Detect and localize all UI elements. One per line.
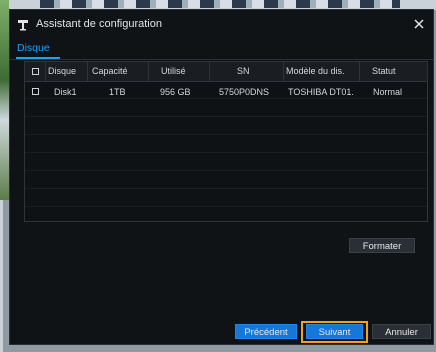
header-sn: SN	[237, 66, 250, 76]
header-disk: Disque	[48, 66, 77, 76]
row-checkbox[interactable]	[32, 88, 39, 95]
format-button[interactable]: Formater	[349, 238, 415, 253]
previous-button[interactable]: Précédent	[235, 324, 297, 339]
cell-status: Normal	[373, 87, 403, 97]
cell-sn: 5750P0DNS	[219, 87, 270, 97]
next-button[interactable]: Suivant	[306, 324, 363, 339]
cancel-button[interactable]: Annuler	[372, 324, 431, 339]
column-separator	[359, 62, 360, 81]
column-separator	[87, 62, 88, 81]
table-header: Disque Capacité Utilisé SN Modèle du dis…	[25, 62, 427, 82]
column-separator	[283, 62, 284, 81]
disk-table: Disque Capacité Utilisé SN Modèle du dis…	[24, 61, 428, 222]
header-model: Modèle du dis.	[286, 66, 345, 76]
tab-divider	[10, 59, 433, 60]
dialog-title: Assistant de configuration	[36, 18, 162, 30]
background-rooftops	[40, 0, 400, 8]
tab-disque[interactable]: Disque	[17, 42, 50, 54]
background-foliage	[0, 0, 9, 200]
close-icon[interactable]	[413, 18, 425, 30]
configuration-wizard-dialog: Assistant de configuration Disque Disque…	[9, 9, 434, 345]
wizard-icon	[18, 20, 28, 31]
cell-used: 956 GB	[160, 87, 191, 97]
cell-model: TOSHIBA DT01.	[288, 87, 354, 97]
table-row[interactable]: Disk1 1TB 956 GB 5750P0DNS TOSHIBA DT01.…	[25, 83, 427, 101]
header-capacity: Capacité	[92, 66, 128, 76]
column-separator	[209, 62, 210, 81]
cell-disk: Disk1	[54, 87, 77, 97]
table-empty-rows	[25, 81, 427, 221]
header-used: Utilisé	[161, 66, 186, 76]
select-all-checkbox[interactable]	[32, 68, 39, 75]
dialog-titlebar: Assistant de configuration	[10, 10, 433, 40]
header-status: Statut	[372, 66, 396, 76]
column-separator	[45, 62, 46, 81]
column-separator	[148, 62, 149, 81]
cell-capacity: 1TB	[109, 87, 126, 97]
